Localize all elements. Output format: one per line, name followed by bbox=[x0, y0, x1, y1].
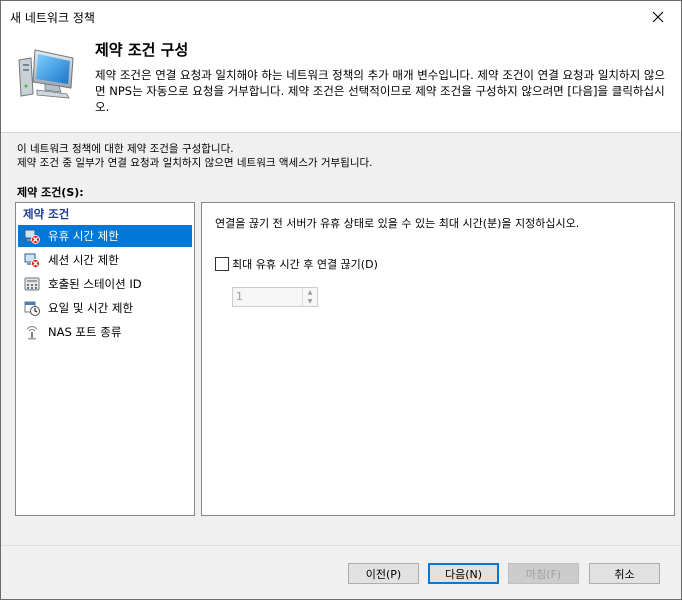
back-button[interactable]: 이전(P) bbox=[348, 563, 419, 584]
spin-down-icon[interactable]: ▼ bbox=[303, 297, 317, 306]
cancel-button[interactable]: 취소 bbox=[589, 563, 660, 584]
list-item-label: 유휴 시간 제한 bbox=[48, 229, 119, 243]
detail-description: 연결을 끊기 전 서버가 유휴 상태로 있을 수 있는 최대 시간(분)을 지정… bbox=[215, 217, 580, 230]
list-item-label: 요일 및 시간 제한 bbox=[48, 301, 134, 315]
intro-line-2: 제약 조건 중 일부가 연결 요청과 일치하지 않으면 네트워크 액세스가 거부… bbox=[17, 157, 373, 169]
checkbox-box[interactable] bbox=[215, 257, 229, 271]
close-icon bbox=[652, 11, 664, 22]
spinner-value: 1 bbox=[236, 290, 243, 303]
network-computer-icon bbox=[18, 49, 74, 99]
close-button[interactable] bbox=[635, 1, 681, 32]
window-title: 새 네트워크 정책 bbox=[10, 11, 95, 25]
list-item-label: 세션 시간 제한 bbox=[48, 253, 119, 267]
list-item-idle-timeout[interactable]: 유휴 시간 제한 bbox=[18, 225, 192, 247]
footer-divider bbox=[1, 545, 681, 546]
constraints-list[interactable]: 제약 조건 유휴 시간 제한 세션 시간 제한 호출된 스테이션 ID 요일 및… bbox=[15, 202, 195, 516]
spinner-arrows[interactable]: ▲ ▼ bbox=[302, 288, 317, 306]
wizard-header: 제약 조건 구성 제약 조건은 연결 요청과 일치해야 하는 네트워크 정책의 … bbox=[1, 32, 681, 133]
spin-up-icon[interactable]: ▲ bbox=[303, 288, 317, 297]
checkbox-label: 최대 유휴 시간 후 연결 끊기(D) bbox=[232, 258, 378, 271]
idle-timeout-icon bbox=[24, 229, 40, 244]
list-item-session-timeout[interactable]: 세션 시간 제한 bbox=[18, 249, 192, 271]
list-header: 제약 조건 bbox=[23, 207, 70, 221]
intro-text: 이 네트워크 정책에 대한 제약 조건을 구성합니다. 제약 조건 중 일부가 … bbox=[17, 142, 373, 170]
intro-line-1: 이 네트워크 정책에 대한 제약 조건을 구성합니다. bbox=[17, 143, 234, 155]
page-description: 제약 조건은 연결 요청과 일치해야 하는 네트워크 정책의 추가 매개 변수입… bbox=[95, 68, 665, 114]
list-item-called-station-id[interactable]: 호출된 스테이션 ID bbox=[18, 273, 192, 295]
session-timeout-icon bbox=[24, 253, 40, 268]
dialog-window: 새 네트워크 정책 제약 조건 구성 제약 조건은 연결 요청과 일치해야 하는… bbox=[0, 0, 682, 600]
next-button[interactable]: 다음(N) bbox=[428, 563, 499, 584]
page-title: 제약 조건 구성 bbox=[95, 41, 189, 59]
title-bar: 새 네트워크 정책 bbox=[1, 1, 681, 32]
called-station-icon bbox=[24, 277, 40, 291]
list-item-label: NAS 포트 종류 bbox=[48, 325, 122, 339]
list-item-label: 호출된 스테이션 ID bbox=[48, 277, 142, 291]
list-item-nas-port-type[interactable]: NAS 포트 종류 bbox=[18, 321, 192, 343]
finish-button[interactable]: 마침(F) bbox=[508, 563, 579, 584]
disconnect-after-idle-checkbox[interactable]: 최대 유휴 시간 후 연결 끊기(D) bbox=[215, 256, 378, 272]
list-item-day-time[interactable]: 요일 및 시간 제한 bbox=[18, 297, 192, 319]
constraints-label: 제약 조건(S): bbox=[17, 186, 84, 199]
constraint-detail-panel: 연결을 끊기 전 서버가 유휴 상태로 있을 수 있는 최대 시간(분)을 지정… bbox=[201, 202, 675, 516]
day-time-icon bbox=[24, 301, 40, 316]
nas-port-icon bbox=[26, 326, 38, 340]
idle-minutes-spinner[interactable]: 1 ▲ ▼ bbox=[232, 287, 318, 307]
